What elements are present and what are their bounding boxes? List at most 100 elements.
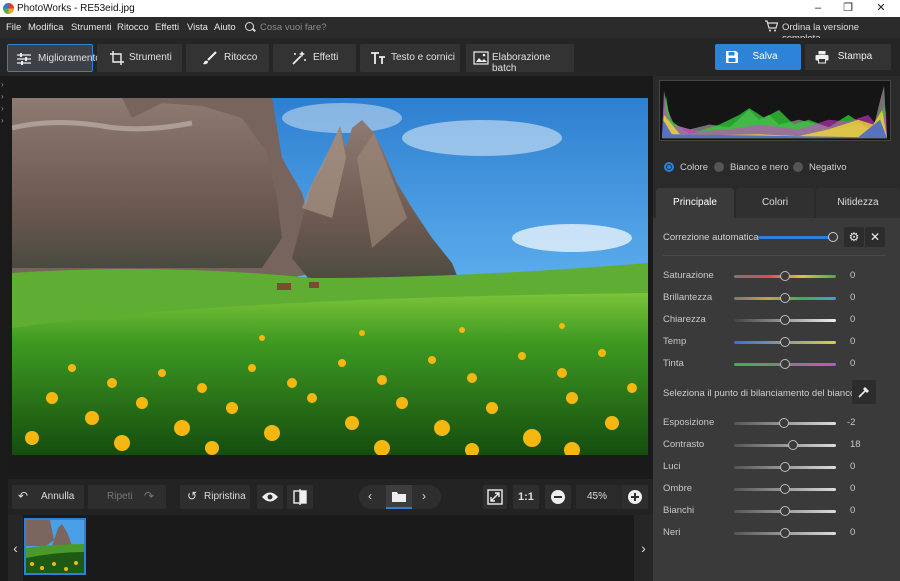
save-button[interactable]: Salva xyxy=(715,44,801,70)
slider-knob[interactable] xyxy=(780,315,790,325)
close-window-button[interactable]: ✕ xyxy=(866,0,896,17)
highlights-track[interactable] xyxy=(734,462,836,472)
slider-knob[interactable] xyxy=(780,484,790,494)
image-navigator: ‹ › xyxy=(359,485,441,509)
slider-label: Chiarezza xyxy=(663,314,706,325)
radio-colore[interactable] xyxy=(664,162,674,172)
slider-value: 0 xyxy=(850,336,856,347)
tab-label: Testo e cornici xyxy=(391,52,455,63)
minimize-button[interactable]: – xyxy=(803,0,833,17)
slider-neri[interactable]: Neri 0 xyxy=(663,525,863,541)
slider-label: Bianchi xyxy=(663,505,695,516)
slider-knob[interactable] xyxy=(780,506,790,516)
slider-luci[interactable]: Luci 0 xyxy=(663,459,863,475)
slider-value: -2 xyxy=(847,417,856,428)
slider-value: 0 xyxy=(850,270,856,281)
print-button[interactable]: Stampa xyxy=(805,44,891,70)
menu-ritocco[interactable]: Ritocco xyxy=(117,22,149,33)
menu-effetti[interactable]: Effetti xyxy=(155,22,179,33)
slider-bianchi[interactable]: Bianchi 0 xyxy=(663,503,863,519)
zoom-out-button[interactable] xyxy=(545,485,571,509)
slider-knob[interactable] xyxy=(780,359,790,369)
tab-elaborazione-batch[interactable]: Elaborazione batch xyxy=(466,44,574,74)
menu-aiuto[interactable]: Aiuto xyxy=(214,22,236,33)
reset-label: Ripristina xyxy=(204,491,246,502)
temperature-track[interactable] xyxy=(734,337,836,347)
search-icon[interactable] xyxy=(245,22,254,31)
menu-vista[interactable]: Vista xyxy=(187,22,208,33)
slider-brillantezza[interactable]: Brillantezza 0 xyxy=(663,290,863,306)
slider-saturazione[interactable]: Saturazione 0 xyxy=(663,268,863,284)
zoom-level-field[interactable]: 45% xyxy=(576,485,622,509)
compare-button[interactable] xyxy=(287,485,313,509)
slider-knob[interactable] xyxy=(780,271,790,281)
slider-tinta[interactable]: Tinta 0 xyxy=(663,356,863,372)
saturation-track[interactable] xyxy=(734,271,836,281)
tab-effetti[interactable]: Effetti xyxy=(273,44,356,72)
auto-correction-track[interactable] xyxy=(758,236,838,239)
vibrance-track[interactable] xyxy=(734,293,836,303)
menu-strumenti[interactable]: Strumenti xyxy=(71,22,112,33)
slider-knob[interactable] xyxy=(788,440,798,450)
undo-button[interactable]: ↶ Annulla xyxy=(12,485,84,509)
slider-knob[interactable] xyxy=(779,418,789,428)
redo-button[interactable]: Ripeti ↷ xyxy=(88,485,166,509)
plus-circle-icon xyxy=(628,490,642,504)
radio-negativo[interactable] xyxy=(793,162,803,172)
slider-contrasto[interactable]: Contrasto 18 xyxy=(663,437,863,453)
tab-ritocco[interactable]: Ritocco xyxy=(186,44,269,72)
radio-label-bianco-e-nero: Bianco e nero xyxy=(730,162,789,173)
slider-label: Brillantezza xyxy=(663,292,713,303)
zoom-in-button[interactable] xyxy=(622,485,648,509)
tint-track[interactable] xyxy=(734,359,836,369)
slider-temp[interactable]: Temp 0 xyxy=(663,334,863,350)
actual-size-button[interactable]: 1:1 xyxy=(513,485,539,509)
shadows-track[interactable] xyxy=(734,484,836,494)
fit-screen-button[interactable] xyxy=(483,485,507,509)
slider-knob[interactable] xyxy=(780,293,790,303)
tab-strumenti[interactable]: Strumenti xyxy=(97,44,182,72)
filmstrip-scroll-left[interactable]: ‹ xyxy=(8,515,23,581)
auto-correction-settings-button[interactable]: ⚙ xyxy=(844,227,864,247)
radio-label-negativo: Negativo xyxy=(809,162,847,173)
chevron-right-icon: › xyxy=(1,104,4,113)
minus-circle-icon xyxy=(551,490,565,504)
previous-image-button[interactable]: ‹ xyxy=(368,489,372,503)
collapsed-side-strip[interactable]: › › › › xyxy=(0,76,8,581)
menu-file[interactable]: File xyxy=(6,22,21,33)
tab-testo-e-cornici[interactable]: Testo e cornici xyxy=(360,44,460,72)
white-balance-picker-button[interactable] xyxy=(852,380,876,404)
slider-ombre[interactable]: Ombre 0 xyxy=(663,481,863,497)
slider-knob[interactable] xyxy=(780,337,790,347)
filmstrip-thumbnail[interactable] xyxy=(24,518,86,575)
text-icon xyxy=(371,52,385,64)
clarity-track[interactable] xyxy=(734,315,836,325)
edited-photo[interactable] xyxy=(12,98,648,455)
slider-esposizione[interactable]: Esposizione -2 xyxy=(663,415,863,431)
blacks-track[interactable] xyxy=(734,528,836,538)
slider-knob[interactable] xyxy=(780,528,790,538)
preview-eye-button[interactable] xyxy=(257,485,283,509)
search-input[interactable]: Cosa vuoi fare? xyxy=(260,22,327,33)
radio-bianco-e-nero[interactable] xyxy=(714,162,724,172)
thumbnail-image xyxy=(26,520,84,573)
auto-correction-knob[interactable] xyxy=(828,232,838,242)
tab-nitidezza[interactable]: Nitidezza xyxy=(816,188,900,218)
cart-icon[interactable] xyxy=(764,20,778,32)
restore-button[interactable]: ❐ xyxy=(833,0,863,17)
tab-colori[interactable]: Colori xyxy=(736,188,814,218)
menu-modifica[interactable]: Modifica xyxy=(28,22,63,33)
slider-knob[interactable] xyxy=(780,462,790,472)
filmstrip-scroll-right[interactable]: › xyxy=(634,515,653,581)
exposure-track[interactable] xyxy=(734,418,836,428)
tab-miglioramento[interactable]: Miglioramento xyxy=(7,44,101,72)
reset-button[interactable]: ↺ Ripristina xyxy=(180,485,250,509)
whites-track[interactable] xyxy=(734,506,836,516)
next-image-button[interactable]: › xyxy=(422,489,426,503)
tab-principale[interactable]: Principale xyxy=(656,188,734,218)
contrast-track[interactable] xyxy=(734,440,836,450)
tab-label: Elaborazione batch xyxy=(492,52,551,74)
open-folder-button[interactable] xyxy=(386,485,412,509)
auto-correction-close-button[interactable]: ✕ xyxy=(865,227,885,247)
slider-chiarezza[interactable]: Chiarezza 0 xyxy=(663,312,863,328)
